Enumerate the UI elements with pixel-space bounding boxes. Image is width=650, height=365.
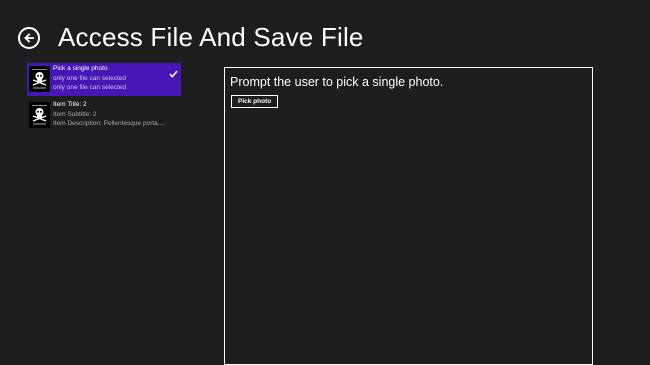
list-item[interactable]: Pick a single photo only one file can se… <box>27 63 181 96</box>
list-item-description: Item Description: Pellentesque porta,... <box>53 120 166 127</box>
list-item-subtitle: Item Subtitle: 2 <box>53 110 97 118</box>
list-item-subtitle: only one file can selected <box>53 74 126 82</box>
back-button[interactable] <box>18 27 40 49</box>
item-list: Pick a single photo only one file can se… <box>27 63 181 135</box>
app-window: Access File And Save File Pick a single … <box>0 0 650 365</box>
list-item-title: Pick a single photo <box>53 65 108 72</box>
skull-crossbones-thumbnail <box>29 102 50 128</box>
checkmark-icon <box>169 65 178 83</box>
content-panel: Prompt the user to pick a single photo. … <box>224 67 593 365</box>
list-item-description: only one file can selected <box>53 84 126 91</box>
pick-photo-button[interactable]: Pick photo <box>231 95 279 108</box>
list-item-title: Item Title: 2 <box>53 101 87 108</box>
list-item[interactable]: Item Title: 2 Item Subtitle: 2 Item Desc… <box>27 99 181 132</box>
skull-crossbones-thumbnail <box>29 66 50 92</box>
back-arrow-icon <box>24 33 34 43</box>
prompt-text: Prompt the user to pick a single photo. <box>230 75 444 89</box>
page-title: Access File And Save File <box>58 22 364 52</box>
list-item-text: Pick a single photo only one file can se… <box>53 64 126 93</box>
list-item-text: Item Title: 2 Item Subtitle: 2 Item Desc… <box>53 100 165 129</box>
